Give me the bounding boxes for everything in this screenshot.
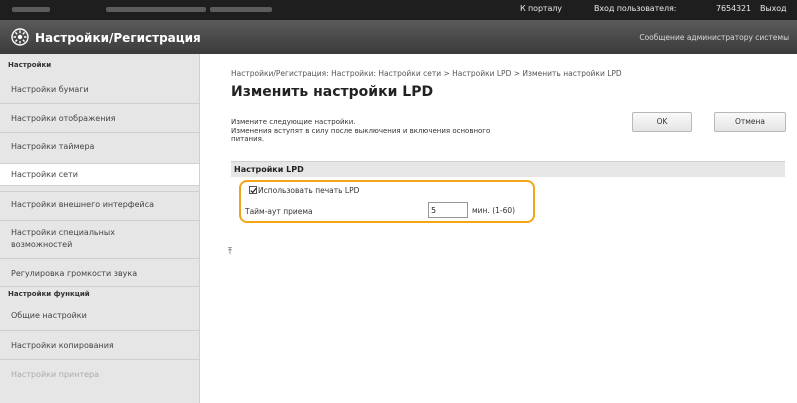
sidebar-item-paper[interactable]: Настройки бумаги — [11, 84, 192, 95]
divider — [0, 330, 199, 331]
sidebar-item-accessibility-cont[interactable]: возможностей — [11, 239, 192, 250]
login-user: 7654321 — [716, 4, 751, 13]
login-label: Вход пользователя: — [594, 4, 677, 13]
gear-icon — [11, 28, 29, 46]
app-title: Настройки/Регистрация — [35, 31, 201, 45]
divider — [0, 191, 199, 192]
description-line: Изменения вступят в силу после выключени… — [231, 126, 491, 135]
description-line: питания. — [231, 135, 265, 143]
divider — [0, 258, 199, 259]
description: Измените следующие настройки. Изменения … — [231, 118, 591, 144]
blurred-text — [106, 7, 206, 12]
blurred-text — [12, 7, 50, 12]
section-title: Настройки LPD — [234, 165, 304, 174]
section-header: Настройки LPD — [231, 161, 785, 177]
breadcrumb[interactable]: Настройки/Регистрация: Настройки: Настро… — [231, 69, 622, 78]
back-to-top-icon[interactable]: ⤒ — [228, 248, 232, 257]
sidebar-item-accessibility[interactable]: Настройки специальных — [11, 227, 192, 238]
sidebar-item-common[interactable]: Общие настройки — [11, 310, 192, 321]
sidebar-item-external-interface[interactable]: Настройки внешнего интерфейса — [11, 199, 192, 210]
sidebar-item-display[interactable]: Настройки отображения — [11, 113, 192, 124]
sidebar-item-copy[interactable]: Настройки копирования — [11, 340, 192, 351]
divider — [0, 103, 199, 104]
sidebar-section-functions: Настройки функций — [8, 290, 90, 298]
cancel-button[interactable]: Отмена — [714, 112, 786, 132]
portal-link[interactable]: К порталу — [520, 4, 562, 13]
divider — [0, 286, 199, 287]
sidebar-item-printer[interactable]: Настройки принтера — [11, 369, 192, 380]
page-title: Изменить настройки LPD — [231, 84, 434, 100]
divider — [0, 132, 199, 133]
highlight-frame — [239, 180, 535, 223]
main-content: Настройки/Регистрация: Настройки: Настро… — [201, 54, 797, 403]
app-header: Настройки/Регистрация Сообщение админист… — [0, 20, 797, 54]
sidebar: Настройки Настройки бумаги Настройки ото… — [0, 54, 200, 403]
divider — [0, 220, 199, 221]
blurred-text — [210, 7, 272, 12]
sidebar-section-settings: Настройки — [8, 61, 52, 69]
sidebar-item-network[interactable]: Настройки сети — [11, 169, 192, 180]
logout-link[interactable]: Выход — [760, 4, 787, 13]
sidebar-item-timer[interactable]: Настройки таймера — [11, 141, 192, 152]
sidebar-item-volume[interactable]: Регулировка громкости звука — [11, 268, 192, 279]
description-line: Измените следующие настройки. — [231, 118, 356, 126]
ok-button[interactable]: OK — [632, 112, 692, 132]
top-bar: К порталу Вход пользователя: 7654321 Вых… — [0, 0, 797, 20]
admin-message-link[interactable]: Сообщение администратору системы — [639, 33, 789, 42]
divider — [0, 359, 199, 360]
